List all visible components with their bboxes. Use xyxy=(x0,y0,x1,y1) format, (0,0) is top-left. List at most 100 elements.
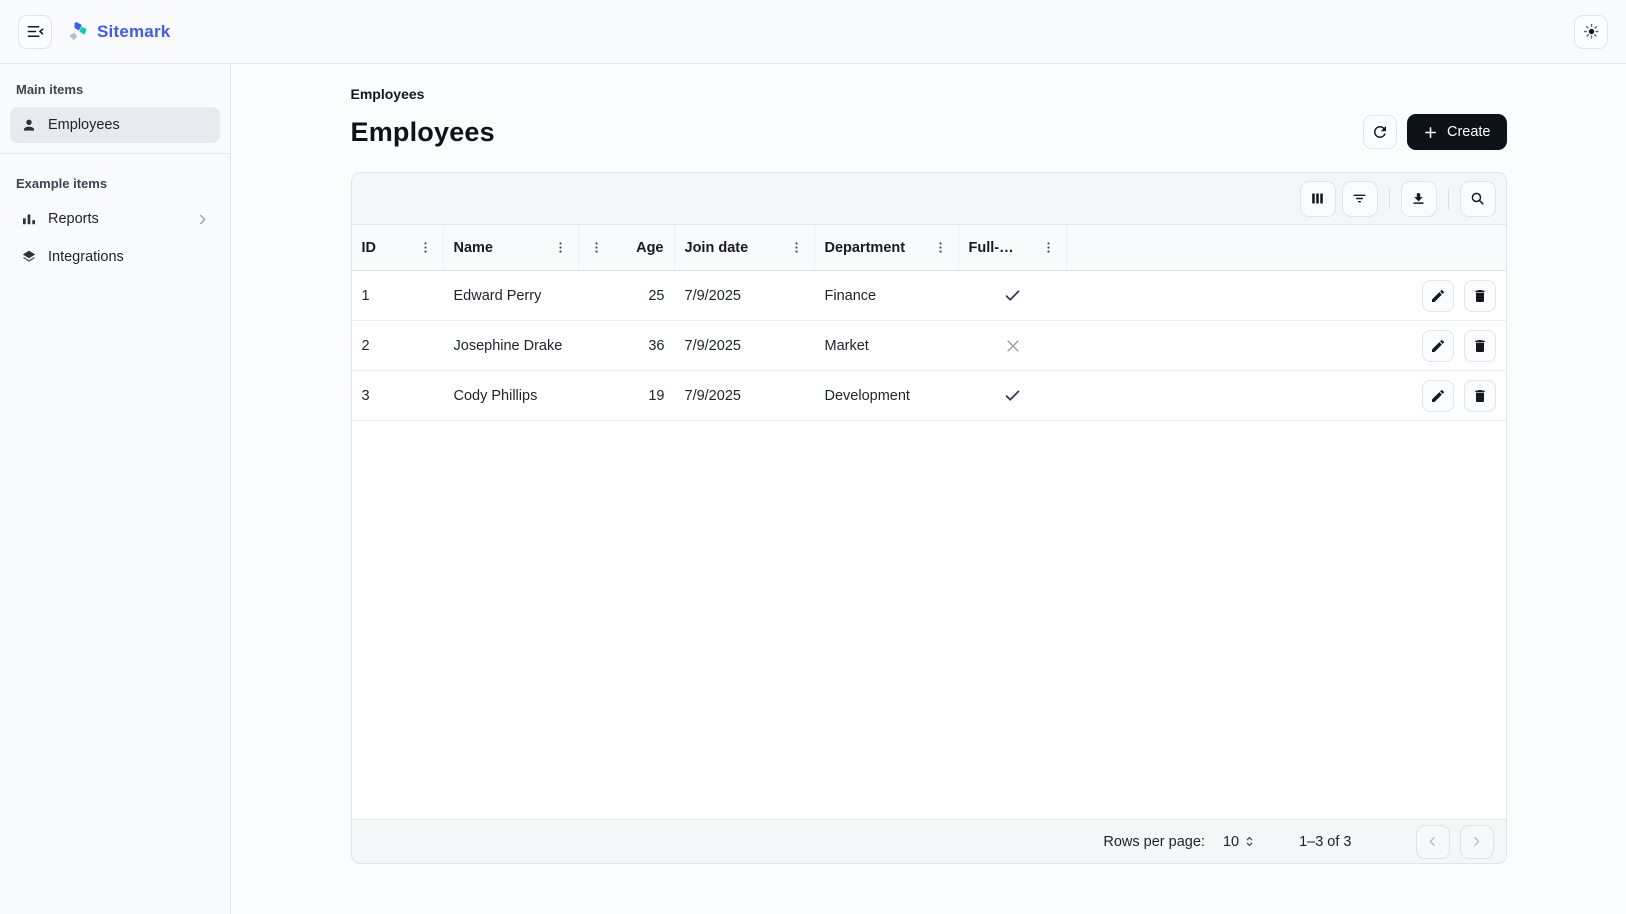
sidebar-section-title-example: Example items xyxy=(0,164,230,199)
cell-full-time xyxy=(959,371,1067,420)
column-menu-icon[interactable] xyxy=(933,240,948,255)
column-header-name[interactable]: Name xyxy=(444,225,579,270)
grid-toolbar xyxy=(352,173,1506,225)
export-button[interactable] xyxy=(1401,181,1437,217)
pagination-range-label: 1–3 of 3 xyxy=(1299,834,1351,850)
delete-button[interactable] xyxy=(1464,280,1496,312)
sidebar-item-label: Integrations xyxy=(48,249,124,265)
cell-actions xyxy=(1396,321,1506,370)
rows-per-page-value: 10 xyxy=(1223,834,1239,850)
cell-id: 2 xyxy=(352,321,444,370)
download-icon xyxy=(1410,190,1427,207)
column-menu-icon[interactable] xyxy=(1041,240,1056,255)
cell-name: Josephine Drake xyxy=(444,321,579,370)
column-label: Full-… xyxy=(969,240,1014,256)
page-title: Employees xyxy=(351,117,495,148)
create-button[interactable]: Create xyxy=(1407,114,1507,150)
rows-per-page-label: Rows per page: xyxy=(1103,834,1205,850)
create-button-label: Create xyxy=(1447,124,1491,140)
next-page-button[interactable] xyxy=(1460,825,1494,859)
breadcrumb: Employees xyxy=(351,86,1507,102)
cell-full-time xyxy=(959,321,1067,370)
sidebar-divider xyxy=(0,153,230,154)
column-header-join-date[interactable]: Join date xyxy=(675,225,815,270)
cell-age: 36 xyxy=(579,321,675,370)
table-row[interactable]: 2 Josephine Drake 36 7/9/2025 Market xyxy=(352,321,1506,371)
header-spacer xyxy=(1067,225,1506,270)
cell-age: 25 xyxy=(579,271,675,320)
cell-name: Edward Perry xyxy=(444,271,579,320)
column-header-age[interactable]: Age xyxy=(579,225,675,270)
check-icon xyxy=(1003,386,1022,405)
menu-open-icon xyxy=(26,22,45,41)
collapse-menu-button[interactable] xyxy=(18,15,52,49)
cell-join-date: 7/9/2025 xyxy=(675,371,815,420)
bar-chart-icon xyxy=(20,210,38,228)
column-menu-icon[interactable] xyxy=(418,240,433,255)
refresh-button[interactable] xyxy=(1363,115,1397,149)
column-label: Join date xyxy=(685,240,749,256)
cell-department: Finance xyxy=(815,271,959,320)
main-area: Employees Employees xyxy=(231,64,1626,914)
delete-trash-icon xyxy=(1472,338,1488,354)
table-row[interactable]: 1 Edward Perry 25 7/9/2025 Finance xyxy=(352,271,1506,321)
filter-button[interactable] xyxy=(1342,181,1378,217)
check-icon xyxy=(1003,286,1022,305)
cell-department: Development xyxy=(815,371,959,420)
brand-logo: Sitemark xyxy=(66,20,170,43)
edit-pencil-icon xyxy=(1430,338,1446,354)
column-menu-icon[interactable] xyxy=(789,240,804,255)
chevron-right-icon xyxy=(195,212,210,227)
sitemark-pinwheel-icon xyxy=(66,20,89,43)
sidebar: Main items Employees Example items Repor… xyxy=(0,64,231,914)
edit-button[interactable] xyxy=(1422,330,1454,362)
person-icon xyxy=(20,116,38,134)
search-icon xyxy=(1469,190,1486,207)
brand-name: Sitemark xyxy=(97,22,170,42)
column-header-id[interactable]: ID xyxy=(352,225,444,270)
search-button[interactable] xyxy=(1460,181,1496,217)
plus-icon xyxy=(1423,125,1438,140)
filter-icon xyxy=(1351,190,1368,207)
sun-icon xyxy=(1582,22,1601,41)
sidebar-item-label: Employees xyxy=(48,117,120,133)
column-label: ID xyxy=(362,240,377,256)
column-header-full-time[interactable]: Full-… xyxy=(959,225,1067,270)
column-menu-icon[interactable] xyxy=(553,240,568,255)
theme-toggle-button[interactable] xyxy=(1574,15,1608,49)
delete-button[interactable] xyxy=(1464,380,1496,412)
column-header-department[interactable]: Department xyxy=(815,225,959,270)
cell-name: Cody Phillips xyxy=(444,371,579,420)
table-row[interactable]: 3 Cody Phillips 19 7/9/2025 Development xyxy=(352,371,1506,421)
grid-empty-area xyxy=(352,421,1506,819)
cell-actions xyxy=(1396,271,1506,320)
column-label: Name xyxy=(454,240,494,256)
data-grid: ID Name A xyxy=(351,172,1507,864)
layers-icon xyxy=(20,248,38,266)
sidebar-item-integrations[interactable]: Integrations xyxy=(10,239,220,275)
cell-id: 3 xyxy=(352,371,444,420)
column-menu-icon[interactable] xyxy=(589,240,604,255)
edit-button[interactable] xyxy=(1422,280,1454,312)
cell-id: 1 xyxy=(352,271,444,320)
previous-page-button[interactable] xyxy=(1416,825,1450,859)
grid-footer: Rows per page: 10 1–3 of 3 xyxy=(352,819,1506,863)
toolbar-divider xyxy=(1389,188,1390,210)
delete-trash-icon xyxy=(1472,388,1488,404)
rows-per-page-select[interactable]: 10 xyxy=(1223,834,1257,850)
unfold-more-icon xyxy=(1242,834,1257,849)
sidebar-section-title-main: Main items xyxy=(0,70,230,105)
cell-age: 19 xyxy=(579,371,675,420)
delete-button[interactable] xyxy=(1464,330,1496,362)
columns-button[interactable] xyxy=(1300,181,1336,217)
column-label: Department xyxy=(825,240,906,256)
sidebar-item-employees[interactable]: Employees xyxy=(10,107,220,143)
edit-pencil-icon xyxy=(1430,288,1446,304)
chevron-left-icon xyxy=(1425,834,1440,849)
cell-department: Market xyxy=(815,321,959,370)
cell-actions xyxy=(1396,371,1506,420)
edit-button[interactable] xyxy=(1422,380,1454,412)
chevron-right-icon xyxy=(1469,834,1484,849)
sidebar-item-label: Reports xyxy=(48,211,99,227)
sidebar-item-reports[interactable]: Reports xyxy=(10,201,220,237)
